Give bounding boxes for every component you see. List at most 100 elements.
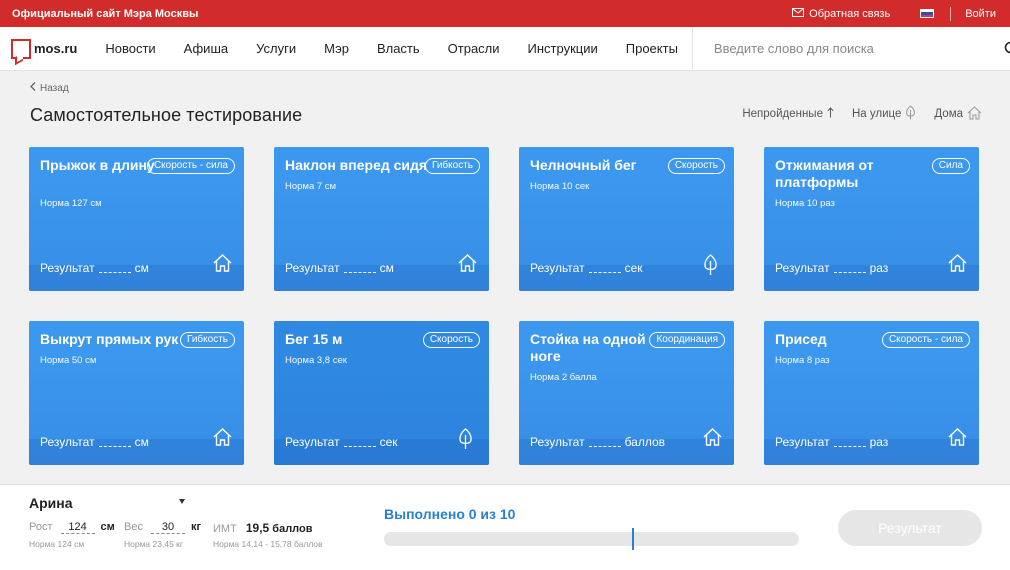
card-title: Стойка на одной ноге <box>530 331 646 364</box>
nav-item-news[interactable]: Новости <box>91 27 169 70</box>
weight-norm: Норма 23,45 кг <box>124 539 183 549</box>
result-input[interactable] <box>343 272 376 273</box>
main-nav: mos.ru Новости Афиша Услуги Мэр Власть О… <box>0 27 1010 71</box>
result-field[interactable]: Результат см <box>40 435 149 449</box>
result-field[interactable]: Результат баллов <box>530 435 665 449</box>
house-icon <box>213 254 232 273</box>
result-input[interactable] <box>588 272 621 273</box>
nav-item-afisha[interactable]: Афиша <box>170 27 242 70</box>
test-card-shuttle-run[interactable]: Челночный бег Скорость Норма 10 сек Резу… <box>519 147 734 291</box>
result-label: Результат <box>530 435 585 449</box>
nav-item-instructions[interactable]: Инструкции <box>514 27 612 70</box>
nav-item-authority[interactable]: Власть <box>363 27 434 70</box>
filter-not-passed[interactable]: Непройденные <box>742 105 834 123</box>
feedback-label: Обратная связь <box>809 7 891 20</box>
search-icon[interactable] <box>1004 41 1010 57</box>
result-input[interactable] <box>343 446 376 447</box>
nav-item-branches[interactable]: Отрасли <box>434 27 514 70</box>
nav-item-projects[interactable]: Проекты <box>612 27 692 70</box>
result-unit: см <box>134 261 149 275</box>
card-title: Бег 15 м <box>285 331 343 347</box>
house-icon <box>213 428 232 447</box>
result-label: Результат <box>285 261 340 275</box>
card-norm: Норма 127 см <box>40 198 102 209</box>
result-label: Результат <box>775 261 830 275</box>
result-input[interactable] <box>98 272 131 273</box>
house-icon <box>948 428 967 447</box>
height-field: Рост 124 см <box>29 521 115 534</box>
back-link[interactable]: Назад <box>30 82 69 94</box>
result-field[interactable]: Результат см <box>285 261 394 275</box>
category-badge: Скорость - сила <box>881 332 970 348</box>
result-input[interactable] <box>833 446 866 447</box>
caret-down-icon[interactable] <box>179 499 185 504</box>
card-title: Наклон вперед сидя <box>285 157 428 173</box>
result-unit: сек <box>624 261 643 275</box>
bottom-panel: Арина Рост 124 см Норма 124 см Вес 30 кг… <box>0 484 1010 570</box>
search-input[interactable] <box>713 41 1004 56</box>
tree-icon <box>703 254 722 275</box>
test-card-run-15m[interactable]: Бег 15 м Скорость Норма 3,8 сек Результа… <box>274 321 489 465</box>
result-input[interactable] <box>588 446 621 447</box>
result-button[interactable]: Результат <box>838 510 982 546</box>
category-badge: Координация <box>649 332 725 348</box>
weight-input[interactable]: 30 <box>150 521 185 534</box>
filter-outdoors[interactable]: На улице <box>852 105 916 123</box>
house-icon <box>948 254 967 273</box>
result-field[interactable]: Результат сек <box>530 261 643 275</box>
result-label: Результат <box>40 261 95 275</box>
search-bar <box>691 27 1010 70</box>
bmi-norm: Норма 14,14 - 15,78 баллов <box>213 539 323 549</box>
result-field[interactable]: Результат сек <box>285 435 398 449</box>
category-badge: Гибкость <box>179 332 235 348</box>
result-unit: см <box>379 261 394 275</box>
login-link[interactable]: Войти <box>951 8 998 20</box>
house-icon <box>967 105 982 123</box>
height-norm: Норма 124 см <box>29 539 85 549</box>
bmi-unit: баллов <box>272 523 313 535</box>
card-norm: Норма 8 раз <box>775 355 830 366</box>
nav-item-services[interactable]: Услуги <box>242 27 310 70</box>
result-field[interactable]: Результат раз <box>775 435 888 449</box>
house-icon <box>703 428 722 447</box>
top-bar-right: Обратная связь Войти <box>792 0 998 27</box>
progress-bar <box>384 528 799 550</box>
test-card-long-jump[interactable]: Прыжок в длину Скорость - сила Норма 127… <box>29 147 244 291</box>
logo-icon <box>11 38 31 59</box>
test-card-arm-twist[interactable]: Выкрут прямых рук Гибкость Норма 50 см Р… <box>29 321 244 465</box>
result-unit: баллов <box>624 435 666 449</box>
card-norm: Норма 2 балла <box>530 372 597 383</box>
mos-logo[interactable]: mos.ru <box>11 38 77 59</box>
tree-icon <box>905 105 916 123</box>
athlete-select[interactable]: Арина <box>29 495 73 511</box>
card-norm: Норма 50 см <box>40 355 97 366</box>
result-label: Результат <box>530 261 585 275</box>
height-input[interactable]: 124 <box>60 521 95 534</box>
test-card-forward-bend[interactable]: Наклон вперед сидя Гибкость Норма 7 см Р… <box>274 147 489 291</box>
category-badge: Скорость - сила <box>146 158 235 174</box>
filter-home[interactable]: Дома <box>934 105 982 123</box>
test-card-push-ups[interactable]: Отжимания от платформы Сила Норма 10 раз… <box>764 147 979 291</box>
result-input[interactable] <box>98 446 131 447</box>
result-unit: сек <box>379 435 398 449</box>
test-card-one-leg-stand[interactable]: Стойка на одной ноге Координация Норма 2… <box>519 321 734 465</box>
nav-items: Новости Афиша Услуги Мэр Власть Отрасли … <box>91 27 692 70</box>
nav-item-mayor[interactable]: Мэр <box>310 27 363 70</box>
filter-label: На улице <box>851 108 902 120</box>
progress-text: Выполнено 0 из 10 <box>384 506 516 522</box>
result-field[interactable]: Результат раз <box>775 261 888 275</box>
weight-label: Вес <box>124 521 143 533</box>
site-name[interactable]: Официальный сайт Мэра Москвы <box>12 8 198 20</box>
filter-bar: Непройденные На улице Дома <box>742 105 982 123</box>
bmi-label: ИМТ <box>213 523 237 535</box>
height-unit: см <box>100 521 115 533</box>
russian-flag-icon[interactable] <box>920 9 935 18</box>
result-input[interactable] <box>833 272 866 273</box>
card-title: Присед <box>775 331 827 347</box>
feedback-link[interactable]: Обратная связь <box>792 7 904 20</box>
result-field[interactable]: Результат см <box>40 261 149 275</box>
house-icon <box>458 254 477 273</box>
card-norm: Норма 3,8 сек <box>285 355 347 366</box>
bmi-value: 19,5 <box>245 521 270 535</box>
test-card-squat[interactable]: Присед Скорость - сила Норма 8 раз Резул… <box>764 321 979 465</box>
